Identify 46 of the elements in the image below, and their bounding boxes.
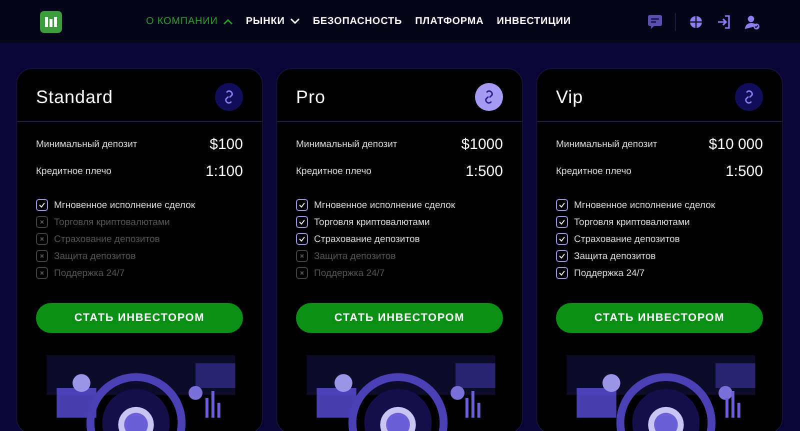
globe-icon[interactable] [688, 14, 704, 30]
stat-value: $100 [210, 136, 243, 153]
feature-text: Поддержка 24/7 [314, 268, 385, 278]
feature-text: Торговля криптовалютами [574, 216, 690, 228]
link-icon[interactable] [215, 83, 243, 111]
plan-title: Vip [556, 86, 584, 108]
nav-link[interactable]: О КОМПАНИИ [146, 16, 233, 27]
feature-text: Защита депозитов [574, 250, 656, 262]
feature-text: Защита депозитов [54, 250, 136, 262]
plan-title: Standard [36, 86, 114, 108]
user-icon[interactable] [744, 14, 760, 30]
invest-button[interactable]: СТАТЬ ИНВЕСТОРОМ [556, 303, 763, 333]
stat-value: $1000 [461, 136, 503, 153]
feature-text: Поддержка 24/7 [54, 268, 125, 278]
nav-link[interactable]: ПЛАТФОРМА [415, 16, 484, 27]
stat-value: $10 000 [708, 136, 763, 153]
plan-title: Pro [296, 86, 326, 108]
feature-text: Защита депозитов [314, 250, 396, 262]
chat-icon[interactable] [647, 14, 663, 30]
invest-button[interactable]: СТАТЬ ИНВЕСТОРОМ [296, 303, 503, 333]
feature-text: Торговля криптовалютами [54, 216, 170, 228]
feature-text: Страхование депозитов [54, 234, 160, 244]
logo[interactable] [40, 10, 62, 32]
stat-label: Кредитное плечо [296, 166, 372, 177]
nav-link[interactable]: ИНВЕСТИЦИИ [496, 16, 571, 27]
feature-text: Мгновенное исполнение сделок [314, 200, 456, 210]
invest-button[interactable]: СТАТЬ ИНВЕСТОРОМ [36, 303, 243, 333]
nav-link[interactable]: РЫНКИ [246, 16, 300, 27]
feature-text: Поддержка 24/7 [574, 268, 645, 278]
feature-text: Страхование депозитов [314, 234, 420, 244]
nav-link[interactable]: БЕЗОПАСНОСТЬ [312, 16, 402, 27]
link-icon[interactable] [475, 83, 503, 111]
stat-value: 1:500 [465, 163, 503, 180]
stat-value: 1:500 [725, 163, 763, 180]
stat-label: Минимальный депозит [556, 139, 658, 150]
stat-value: 1:100 [205, 163, 243, 180]
feature-text: Страхование депозитов [574, 234, 680, 244]
link-icon[interactable] [735, 83, 763, 111]
feature-text: Мгновенное исполнение сделок [54, 200, 196, 210]
stat-label: Кредитное плечо [36, 166, 112, 177]
feature-text: Торговля криптовалютами [314, 216, 430, 228]
stat-label: Минимальный депозит [36, 139, 138, 150]
login-icon[interactable] [716, 14, 732, 30]
feature-text: Мгновенное исполнение сделок [574, 200, 716, 210]
stat-label: Кредитное плечо [556, 166, 632, 177]
stat-label: Минимальный депозит [296, 139, 398, 150]
